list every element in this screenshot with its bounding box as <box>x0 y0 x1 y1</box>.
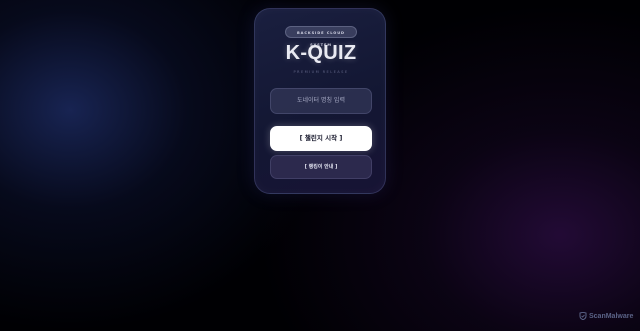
ranking-info-button[interactable]: [ 랭킹이 안내 ] <box>270 155 372 179</box>
system-badge: BACKSIDE CLOUD SYSTEM <box>285 26 357 47</box>
scanmalware-watermark: ScanMalware <box>579 311 633 321</box>
nickname-input[interactable]: 도네이터 명칭 입력 <box>270 88 372 114</box>
login-card: BACKSIDE CLOUD SYSTEM K-QUIZ PREMIUM REL… <box>254 8 386 194</box>
watermark-label: ScanMalware <box>589 312 634 320</box>
scanmalware-logo-icon <box>579 312 587 320</box>
app-title: K-QUIZ <box>285 42 357 64</box>
app-subtitle: PREMIUM RELEASE <box>293 70 349 74</box>
start-challenge-button[interactable]: [ 챌린지 시작 ] <box>270 126 372 151</box>
